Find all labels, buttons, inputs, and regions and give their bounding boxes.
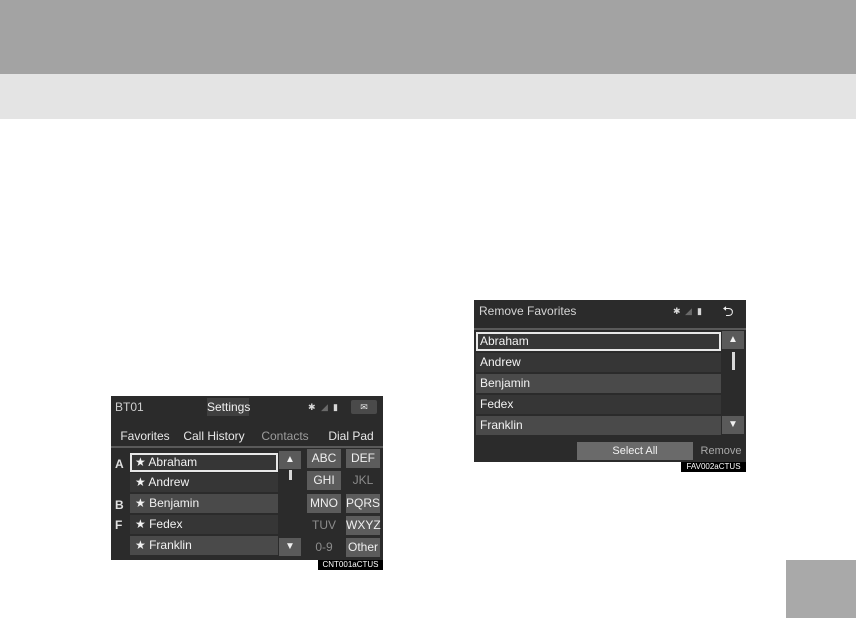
figure-code: CNT001aCTUS — [318, 560, 383, 570]
key-other[interactable]: Other — [346, 538, 380, 557]
scroll-up-button[interactable]: ▲ — [279, 451, 301, 469]
settings-button[interactable]: Settings — [207, 398, 250, 416]
scrollbar-thumb[interactable] — [289, 470, 292, 480]
key-ghi[interactable]: GHI — [307, 471, 341, 490]
contacts-screen: BT01 Settings ✱ ◢ ▮ ✉ Favorites Call His… — [111, 396, 383, 560]
remove-favorites-screen: Remove Favorites ✱ ◢ ▮ ⮌ Abraham Andrew … — [474, 300, 746, 462]
signal-icon: ◢ — [321, 402, 328, 412]
key-jkl[interactable]: JKL — [346, 471, 380, 490]
favorite-row[interactable]: Franklin — [476, 416, 721, 435]
key-0-9[interactable]: 0-9 — [307, 538, 341, 557]
scroll-up-button[interactable]: ▲ — [722, 331, 744, 349]
favorite-row[interactable]: Benjamin — [476, 374, 721, 393]
favorite-row[interactable]: Abraham — [476, 332, 721, 351]
title-divider — [474, 328, 746, 330]
battery-icon: ▮ — [333, 402, 338, 412]
favorite-row[interactable]: Fedex — [476, 395, 721, 414]
index-letter: A — [115, 457, 124, 471]
back-icon[interactable]: ⮌ — [715, 302, 741, 320]
scroll-down-button[interactable]: ▼ — [279, 538, 301, 556]
page-tab — [786, 560, 856, 618]
contact-row[interactable]: ★ Franklin — [130, 536, 278, 555]
bluetooth-icon: ✱ — [673, 306, 681, 316]
index-letter: B — [115, 498, 124, 512]
scrollbar-thumb[interactable] — [732, 352, 735, 370]
key-tuv[interactable]: TUV — [307, 516, 341, 535]
index-letter: F — [115, 518, 123, 532]
tab-bar: Favorites Call History Contacts Dial Pad — [111, 427, 383, 445]
screen-title: Remove Favorites — [479, 304, 577, 318]
key-mno[interactable]: MNO — [307, 494, 341, 513]
header-band — [0, 0, 856, 74]
tab-contacts[interactable]: Contacts — [255, 427, 315, 445]
message-icon[interactable]: ✉ — [351, 400, 377, 414]
contact-row[interactable]: ★ Andrew — [130, 473, 278, 492]
subheader-band — [0, 74, 856, 119]
tab-dial-pad[interactable]: Dial Pad — [323, 427, 379, 445]
key-abc[interactable]: ABC — [307, 449, 341, 468]
remove-button[interactable]: Remove — [696, 442, 746, 460]
bluetooth-icon: ✱ — [308, 402, 316, 412]
key-pqrs[interactable]: PQRS — [346, 494, 380, 513]
contact-row[interactable]: ★ Benjamin — [130, 494, 278, 513]
contact-row[interactable]: ★ Abraham — [130, 453, 278, 472]
tab-call-history[interactable]: Call History — [181, 427, 247, 445]
favorite-row[interactable]: Andrew — [476, 353, 721, 372]
manual-page: BT01 Settings ✱ ◢ ▮ ✉ Favorites Call His… — [0, 0, 856, 618]
signal-icon: ◢ — [685, 306, 692, 316]
contact-row[interactable]: ★ Fedex — [130, 515, 278, 534]
tab-favorites[interactable]: Favorites — [115, 427, 175, 445]
device-name: BT01 — [115, 400, 144, 414]
key-def[interactable]: DEF — [346, 449, 380, 468]
select-all-button[interactable]: Select All — [577, 442, 693, 460]
tab-divider — [111, 446, 383, 448]
figure-code: FAV002aCTUS — [681, 462, 746, 472]
scroll-down-button[interactable]: ▼ — [722, 416, 744, 434]
key-wxyz[interactable]: WXYZ — [346, 516, 381, 535]
battery-icon: ▮ — [697, 306, 702, 316]
